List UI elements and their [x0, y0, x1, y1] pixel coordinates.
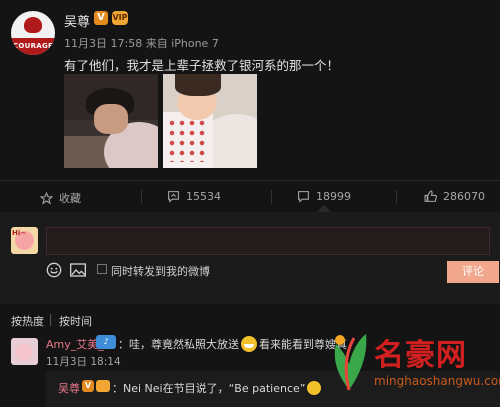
- post-text: 有了他们，我才是上辈子拯救了银河系的那一个！: [64, 58, 340, 73]
- vip-badge-icon: VIP: [112, 11, 128, 25]
- favorite-label: 收藏: [59, 192, 81, 205]
- grin-emoji-icon: [241, 336, 257, 352]
- favorite-button[interactable]: 收藏: [40, 190, 81, 206]
- comment-text: ：哇，尊竟然私照大放送 看来能看到尊嫂真: [118, 336, 347, 352]
- sort-by-time-tab[interactable]: 按时间: [59, 313, 92, 329]
- comment-caret: [317, 205, 331, 212]
- post-meta: 11月3日 17:58 来自 iPhone 7: [64, 35, 219, 51]
- leaf-logo-icon: [334, 334, 367, 391]
- avatar-logo: [24, 17, 42, 33]
- reply-vip-icon: [96, 380, 110, 392]
- comment-icon: [298, 191, 309, 203]
- sort-by-hot-tab[interactable]: 按热度: [11, 313, 44, 329]
- watermark-title: 名豪网: [374, 338, 467, 373]
- thumbs-up-icon: [424, 190, 437, 202]
- submit-comment-button[interactable]: 评论: [447, 261, 499, 283]
- member-badge-icon: ♪: [96, 335, 116, 349]
- emoji-icon[interactable]: [46, 262, 62, 278]
- comment-button[interactable]: 18999: [297, 190, 351, 203]
- post-photo-2[interactable]: [163, 74, 257, 168]
- divider: [0, 180, 500, 181]
- wink-emoji-icon: [307, 381, 322, 395]
- watermark-url: minghaoshangwu.com: [374, 374, 500, 388]
- star-icon: [40, 191, 53, 205]
- watermark: 名豪网 minghaoshangwu.com: [322, 322, 500, 407]
- reply-text: ：Nei Nei在节目说了，“Be patience”: [112, 380, 322, 396]
- comment-composer: [0, 212, 500, 304]
- post-source: 来自 iPhone 7: [145, 37, 219, 50]
- author-name[interactable]: 吴尊: [64, 11, 90, 30]
- commenter-avatar[interactable]: [11, 338, 38, 365]
- repost-icon: [168, 191, 179, 203]
- avatar-cap: COURAGE: [11, 38, 55, 55]
- comment-input[interactable]: [46, 227, 490, 255]
- verified-icon: V: [94, 11, 108, 25]
- comment-time: 11月3日 18:14: [46, 356, 121, 368]
- post-time[interactable]: 11月3日 17:58: [64, 37, 142, 50]
- forward-label: 同时转发到我的微博: [111, 265, 210, 278]
- post-photo-1[interactable]: [64, 74, 158, 168]
- comment-count: 18999: [316, 190, 351, 203]
- repost-count: 15534: [186, 190, 221, 203]
- repost-button[interactable]: 15534: [167, 190, 221, 203]
- author-avatar[interactable]: COURAGE: [11, 11, 55, 55]
- image-icon[interactable]: [70, 263, 86, 277]
- current-user-avatar: Hi~: [11, 227, 38, 254]
- like-button[interactable]: 286070: [424, 190, 485, 203]
- like-count: 286070: [443, 190, 485, 203]
- reply-author-name[interactable]: 吴尊: [58, 380, 80, 396]
- reply-verified-icon: V: [82, 380, 94, 392]
- forward-checkbox[interactable]: [97, 264, 107, 274]
